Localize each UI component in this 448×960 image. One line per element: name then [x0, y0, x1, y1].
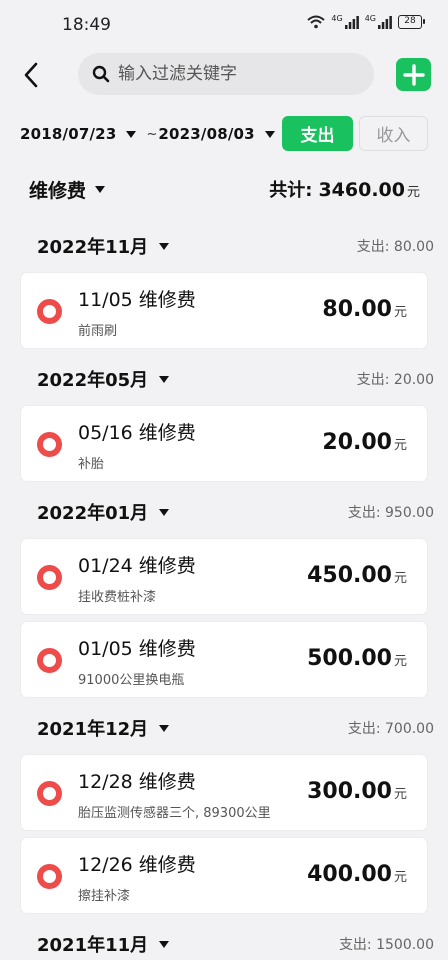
month-title-group: 2022年11月	[37, 233, 170, 259]
back-button[interactable]	[14, 58, 48, 92]
back-arrow-icon	[24, 62, 38, 88]
amount-unit: 元	[393, 438, 407, 453]
date-separator: ~	[146, 126, 158, 142]
income-toggle-button[interactable]: 收入	[359, 116, 428, 151]
amount-unit: 元	[393, 654, 407, 669]
month-collapse-icon	[159, 724, 170, 732]
record-note: 挂收费桩补漆	[78, 590, 157, 605]
record-card[interactable]: 05/16 维修费补胎 20.00 元	[20, 405, 428, 482]
network-type-label: 4G	[331, 13, 343, 23]
amount-unit: 元	[393, 305, 407, 320]
amount-value: 450.00	[307, 563, 392, 588]
status-icons: 4G 4G 28	[307, 13, 425, 29]
amount-value: 400.00	[307, 862, 392, 887]
month-collapse-icon	[159, 375, 170, 383]
category-ring-icon	[37, 648, 62, 673]
plus-icon	[402, 63, 425, 86]
record-amount: 80.00 元	[322, 297, 407, 322]
record-amount: 20.00 元	[322, 430, 407, 455]
end-date-dropdown-icon[interactable]	[264, 130, 275, 138]
record-amount: 300.00 元	[307, 779, 407, 804]
month-title: 2021年11月	[37, 935, 149, 956]
month-header[interactable]: 2022年05月 支出: 20.00	[0, 355, 448, 403]
record-title: 05/16 维修费	[78, 422, 196, 444]
battery-icon: 28	[398, 15, 425, 29]
record-note: 擦挂补漆	[78, 889, 131, 904]
total-unit: 元	[406, 185, 420, 200]
category-label: 维修费	[29, 180, 87, 202]
month-title-group: 2021年11月	[37, 931, 170, 957]
month-title-group: 2021年12月	[37, 715, 170, 741]
amount-unit: 元	[393, 571, 407, 586]
category-ring-icon	[37, 299, 62, 324]
month-total: 支出: 700.00	[347, 721, 434, 737]
amount-value: 300.00	[307, 779, 392, 804]
record-title: 12/28 维修费	[78, 771, 196, 793]
record-amount: 400.00 元	[307, 862, 407, 887]
amount-unit: 元	[393, 870, 407, 885]
record-card[interactable]: 12/28 维修费胎压监测传感器三个, 89300公里 300.00 元	[20, 754, 428, 831]
record-title: 12/26 维修费	[78, 854, 196, 876]
month-title: 2021年12月	[37, 719, 149, 740]
network-type-label-2: 4G	[364, 13, 376, 23]
month-title-group: 2022年01月	[37, 499, 170, 525]
search-box[interactable]	[78, 53, 374, 95]
start-date[interactable]: 2018/07/23	[20, 125, 116, 143]
expense-list: 2022年11月 支出: 80.00 11/05 维修费 前雨刷 80.00 元 2022年…	[0, 222, 448, 960]
total-value: 3460.00	[318, 179, 405, 201]
category-ring-icon	[37, 565, 62, 590]
search-icon	[92, 65, 110, 83]
category-ring-icon	[37, 432, 62, 457]
category-ring-icon	[37, 864, 62, 889]
record-card[interactable]: 12/26 维修费擦挂补漆 400.00 元	[20, 837, 428, 914]
total-summary: 共计: 3460.00 元	[269, 176, 420, 202]
end-date[interactable]: 2023/08/03	[158, 125, 254, 143]
record-card[interactable]: 01/05 维修费 91000公里换电瓶 500.00 元	[20, 621, 428, 698]
amount-unit: 元	[393, 787, 407, 802]
month-total: 支出: 80.00	[356, 239, 434, 255]
record-amount: 450.00 元	[307, 563, 407, 588]
start-date-dropdown-icon[interactable]	[126, 130, 137, 138]
month-collapse-icon	[159, 242, 170, 250]
month-title-group: 2022年05月	[37, 366, 170, 392]
record-title: 01/05 维修费	[78, 638, 196, 660]
record-note: 补胎	[78, 457, 105, 472]
expense-toggle-button[interactable]: 支出	[282, 116, 353, 151]
month-total: 支出: 20.00	[356, 372, 434, 388]
category-dropdown-icon	[95, 186, 106, 193]
month-header[interactable]: 2021年11月 支出: 1500.00	[0, 920, 448, 960]
record-note: 91000公里换电瓶	[78, 673, 185, 688]
date-range: 2018/07/23 ~ 2023/08/03	[20, 116, 285, 152]
status-bar: 18:49 4G 4G 28	[0, 0, 448, 50]
month-header[interactable]: 2022年11月 支出: 80.00	[0, 222, 448, 270]
amount-value: 80.00	[322, 297, 392, 322]
month-title: 2022年01月	[37, 503, 149, 524]
amount-value: 500.00	[307, 646, 392, 671]
category-ring-icon	[37, 781, 62, 806]
add-record-button[interactable]	[396, 58, 431, 91]
month-collapse-icon	[159, 508, 170, 516]
category-dropdown[interactable]: 维修费	[29, 176, 106, 203]
record-title: 11/05 维修费	[78, 289, 196, 311]
month-header[interactable]: 2022年01月 支出: 950.00	[0, 488, 448, 536]
status-time: 18:49	[62, 15, 111, 35]
signal-icon	[344, 15, 359, 29]
month-title: 2022年05月	[37, 370, 149, 391]
signal-icon-2	[378, 15, 392, 29]
month-title: 2022年11月	[37, 237, 149, 258]
record-card[interactable]: 01/24 维修费挂收费桩补漆 450.00 元	[20, 538, 428, 615]
month-header[interactable]: 2021年12月 支出: 700.00	[0, 704, 448, 752]
total-label: 共计:	[269, 180, 313, 201]
month-total: 支出: 1500.00	[338, 937, 434, 953]
amount-value: 20.00	[322, 430, 392, 455]
record-card[interactable]: 11/05 维修费前雨刷 80.00 元	[20, 272, 428, 349]
search-input[interactable]	[118, 64, 358, 84]
month-collapse-icon	[159, 940, 170, 948]
record-amount: 500.00 元	[307, 646, 407, 671]
month-total: 支出: 950.00	[347, 505, 434, 521]
record-note: 胎压监测传感器三个, 89300公里	[78, 806, 271, 821]
record-title: 01/24 维修费	[78, 555, 196, 577]
record-note: 前雨刷	[78, 324, 118, 339]
wifi-icon	[307, 15, 326, 29]
